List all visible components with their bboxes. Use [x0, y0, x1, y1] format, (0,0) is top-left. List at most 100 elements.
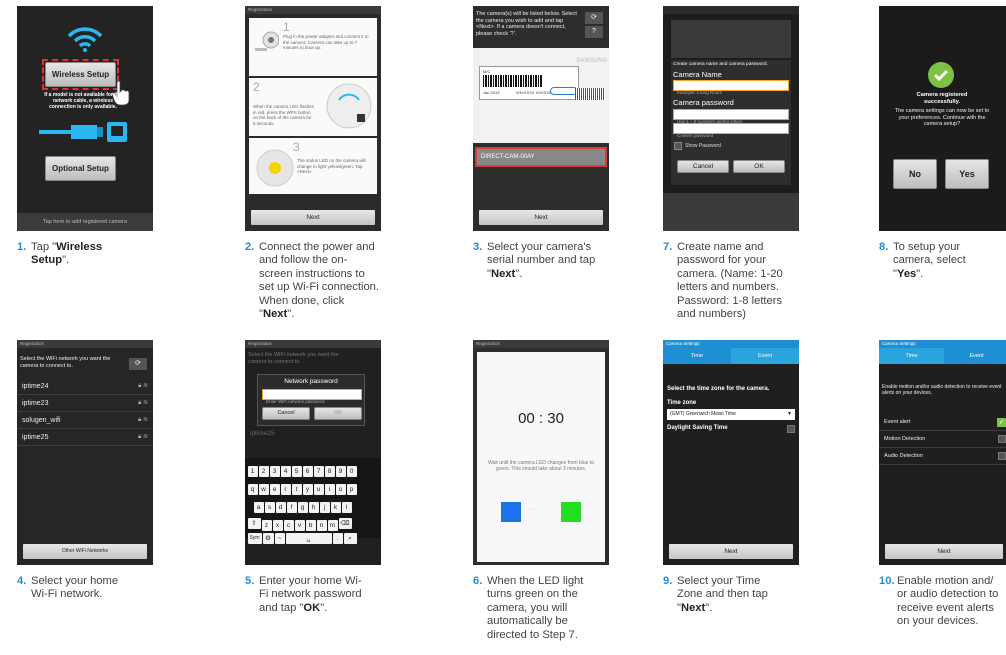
space-key[interactable]: ␣	[285, 533, 332, 544]
wifi-network-item[interactable]: solugen_wifi 🔒︎ ≋	[17, 412, 153, 429]
key-k[interactable]: k	[330, 502, 341, 513]
step-caption: 4. Select your home Wi-Fi network.	[17, 575, 137, 602]
wifi-network-item[interactable]: iptime25 🔒︎ ≋	[17, 429, 153, 446]
next-button[interactable]: Next	[885, 544, 1003, 559]
step-text: Select your home Wi-Fi network.	[31, 575, 119, 601]
key-1[interactable]: 1	[247, 466, 258, 477]
confirm-password-input[interactable]: Confirm password	[673, 123, 789, 138]
key-f[interactable]: f	[286, 502, 297, 513]
key-z[interactable]: z	[261, 520, 272, 531]
wireless-setup-button[interactable]: Wireless Setup	[45, 62, 116, 87]
tab-event[interactable]: Event	[731, 348, 799, 364]
key-x[interactable]: x	[272, 520, 283, 531]
backspace-key[interactable]: ⌫	[338, 517, 352, 529]
key-g[interactable]: g	[297, 502, 308, 513]
ok-button[interactable]: OK	[314, 407, 362, 420]
add-registered-cameras-link[interactable]: Tap here to add registered camera	[17, 213, 153, 231]
screen-7-camera-name: Create camera name and camera password. …	[663, 6, 799, 231]
key-b[interactable]: b	[305, 520, 316, 531]
background-network: iptime25	[250, 430, 275, 437]
period-key[interactable]: .	[332, 533, 343, 544]
key-d[interactable]: d	[275, 502, 286, 513]
key-v[interactable]: v	[294, 520, 305, 531]
tab-event[interactable]: Event	[944, 348, 1006, 364]
motion-detection-row[interactable]: Motion Detection	[879, 431, 1006, 448]
step-number: 9.	[663, 575, 673, 587]
key-7[interactable]: 7	[313, 466, 324, 477]
key-w[interactable]: w	[258, 484, 269, 495]
help-button[interactable]: ?	[585, 26, 603, 38]
event-alert-checkbox[interactable]: ✓	[997, 418, 1006, 427]
key-u[interactable]: u	[313, 484, 324, 495]
yes-button[interactable]: Yes	[945, 159, 989, 189]
wifi-network-item[interactable]: iptime24 🔒︎ ≋	[17, 378, 153, 395]
key-6[interactable]: 6	[302, 466, 313, 477]
step-number: 1.	[17, 241, 27, 253]
step-number-3: 3	[293, 140, 300, 154]
power-adapter-illustration	[255, 28, 280, 58]
key-y[interactable]: y	[302, 484, 313, 495]
key-8[interactable]: 8	[324, 466, 335, 477]
screen-header: Registration	[245, 6, 381, 14]
event-alert-row[interactable]: Event alert	[879, 414, 1006, 431]
step-number: 7.	[663, 241, 673, 253]
key-2[interactable]: 2	[258, 466, 269, 477]
refresh-button[interactable]: ⟳	[585, 12, 603, 24]
symbols-key[interactable]: Sym	[247, 533, 262, 544]
next-button[interactable]: Next	[669, 544, 793, 559]
refresh-button[interactable]: ⟳	[129, 358, 147, 370]
key-s[interactable]: s	[264, 502, 275, 513]
key-e[interactable]: e	[269, 484, 280, 495]
lock-wifi-icon: 🔒︎ ≋	[138, 400, 148, 406]
audio-detection-checkbox[interactable]	[998, 452, 1006, 460]
ok-button[interactable]: OK	[733, 160, 785, 173]
key-3[interactable]: 3	[269, 466, 280, 477]
instruction-text-2: When the camera LED flashes in red, pres…	[253, 104, 315, 126]
screen-header: Registration	[473, 340, 609, 348]
key-t[interactable]: t	[291, 484, 302, 495]
other-wifi-networks-button[interactable]: Other WiFi Networks	[23, 544, 147, 559]
audio-detection-row[interactable]: Audio Detection	[879, 448, 1006, 465]
key-9[interactable]: 9	[335, 466, 346, 477]
key-r[interactable]: r	[280, 484, 291, 495]
key-5[interactable]: 5	[291, 466, 302, 477]
camera-name-input[interactable]: Example: Living Room	[673, 80, 789, 95]
settings-key[interactable]: ⚙	[262, 533, 274, 544]
key-4[interactable]: 4	[280, 466, 291, 477]
key-o[interactable]: o	[335, 484, 346, 495]
cancel-button[interactable]: Cancel	[262, 407, 310, 420]
key-h[interactable]: h	[308, 502, 319, 513]
success-text: The camera settings can now be set to yo…	[894, 108, 990, 127]
tab-time[interactable]: Time	[879, 348, 944, 364]
cancel-button[interactable]: Cancel	[677, 160, 729, 173]
camera-list-item[interactable]: DIRECT-CAM-00AY	[475, 147, 607, 167]
key-i[interactable]: i	[324, 484, 335, 495]
key-l[interactable]: l	[341, 502, 352, 513]
daylight-saving-checkbox[interactable]	[787, 425, 795, 433]
password-input[interactable]: Use 1 ~ 8 numbers and/or letters	[673, 109, 789, 124]
no-button[interactable]: No	[893, 159, 937, 189]
tilde-key[interactable]: ~	[274, 533, 285, 544]
key-a[interactable]: a	[253, 502, 264, 513]
step-caption: 7. Create name and password for your came…	[663, 241, 801, 321]
next-button[interactable]: Next	[251, 210, 375, 225]
key-j[interactable]: j	[319, 502, 330, 513]
next-button[interactable]: Next	[479, 210, 603, 225]
wifi-icon	[65, 24, 105, 52]
time-zone-select[interactable]: (GMT) Greenwich Mean Time ▼	[667, 409, 795, 420]
show-password-checkbox[interactable]	[674, 142, 682, 150]
motion-detection-checkbox[interactable]	[998, 435, 1006, 443]
wifi-network-item[interactable]: iptime23 🔒︎ ≋	[17, 395, 153, 412]
key-0[interactable]: 0	[346, 466, 357, 477]
search-key[interactable]: ⌕	[343, 533, 357, 544]
wifi-password-input[interactable]: Enter WiFi network password	[262, 389, 362, 404]
key-q[interactable]: q	[247, 484, 258, 495]
key-m[interactable]: m	[327, 520, 338, 531]
key-c[interactable]: c	[283, 520, 294, 531]
shift-key[interactable]: ⇧	[247, 517, 261, 529]
key-p[interactable]: p	[346, 484, 357, 495]
step-number: 6.	[473, 575, 483, 587]
key-n[interactable]: n	[316, 520, 327, 531]
optional-setup-button[interactable]: Optional Setup	[45, 156, 116, 181]
tab-time[interactable]: Time	[663, 348, 731, 364]
